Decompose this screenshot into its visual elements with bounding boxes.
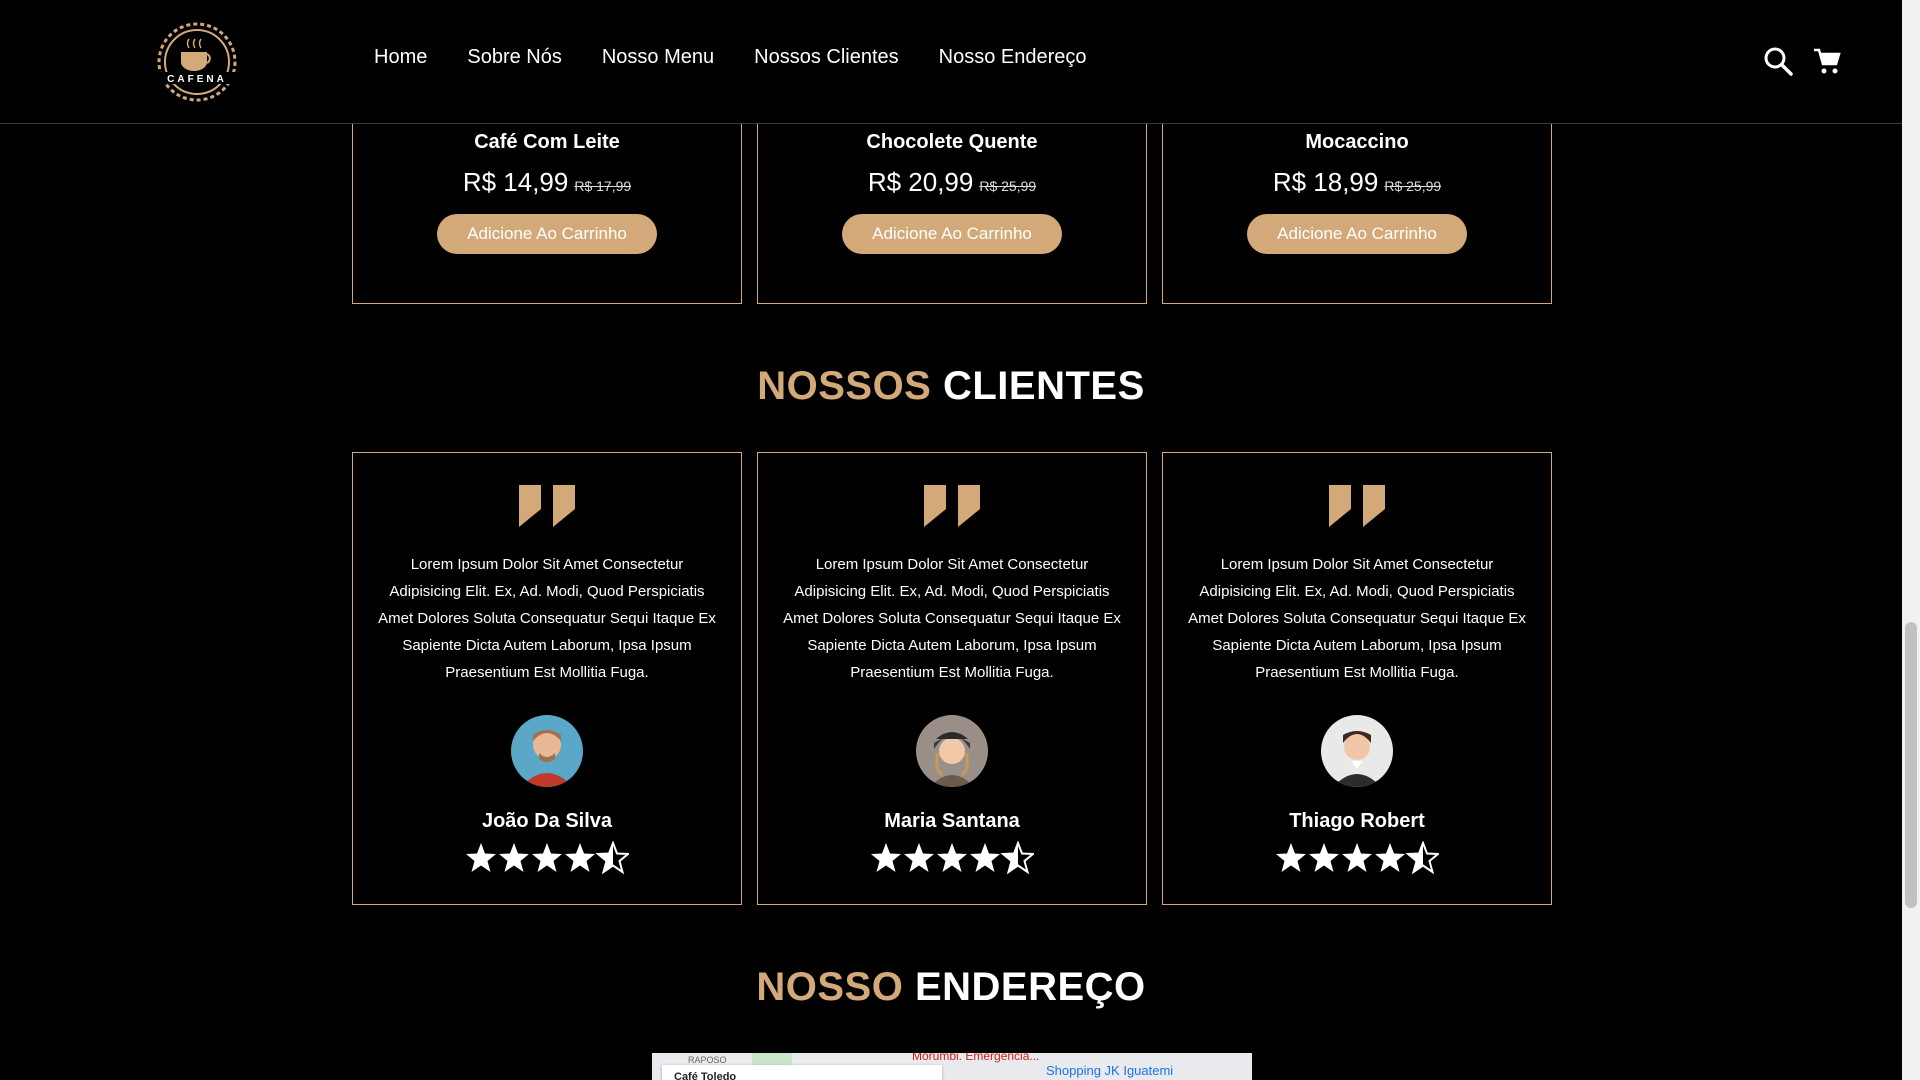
rating-stars: [1275, 840, 1441, 875]
page-scrollbar[interactable]: [1902, 0, 1920, 1080]
add-to-cart-button[interactable]: Adicione Ao Carrinho: [437, 214, 657, 254]
map-label-hospital: Morumbi. Emergência...: [912, 1053, 1040, 1063]
star-full-icon: [904, 843, 934, 872]
clients-section-title: NOSSOS CLIENTES: [0, 364, 1902, 409]
product-price: R$ 18,99 R$ 25,99: [1163, 167, 1551, 198]
nav-sobre-nos[interactable]: Sobre Nós: [467, 46, 562, 69]
price-current: R$ 20,99: [867, 167, 974, 197]
review-card: Lorem Ipsum Dolor Sit Amet Consectetur A…: [352, 452, 742, 905]
star-full-icon: [1375, 843, 1405, 872]
price-current: R$ 18,99: [1272, 167, 1379, 197]
quote-icon: [517, 483, 577, 529]
quote-icon: [922, 483, 982, 529]
page: CAFENA Home Sobre Nós Nosso Menu Nossos …: [0, 0, 1902, 1080]
address-section-title: NOSSO ENDEREÇO: [0, 965, 1902, 1010]
cart-icon[interactable]: [1812, 46, 1842, 76]
price-old: R$ 17,99: [574, 178, 632, 194]
product-name: Chocolete Quente: [866, 131, 1038, 153]
map-place-title: Café Toledo: [674, 1071, 737, 1080]
title-accent: NOSSO: [756, 965, 904, 1009]
quote-icon: [1327, 483, 1387, 529]
price-current: R$ 14,99: [462, 167, 569, 197]
reviewer-name: Maria Santana: [884, 810, 1020, 832]
review-text: Lorem Ipsum Dolor Sit Amet Consectetur A…: [783, 556, 1121, 681]
review-text: Lorem Ipsum Dolor Sit Amet Consectetur A…: [1188, 556, 1526, 681]
star-full-icon: [970, 843, 1000, 872]
title-rest: ENDEREÇO: [914, 965, 1146, 1009]
review-card: Lorem Ipsum Dolor Sit Amet Consectetur A…: [757, 452, 1147, 905]
star-full-icon: [466, 843, 496, 872]
rating-stars: [465, 840, 631, 875]
main-nav: Home Sobre Nós Nosso Menu Nossos Cliente…: [374, 46, 1127, 69]
search-icon[interactable]: [1763, 46, 1793, 76]
avatar: [916, 715, 988, 787]
product-price: R$ 14,99 R$ 17,99: [353, 167, 741, 198]
star-full-icon: [565, 843, 595, 872]
star-full-icon: [1342, 843, 1372, 872]
star-full-icon: [1309, 843, 1339, 872]
map-place-card[interactable]: Café Toledo: [662, 1065, 942, 1080]
star-full-icon: [499, 843, 529, 872]
scrollbar-thumb[interactable]: [1905, 622, 1917, 908]
star-full-icon: [1276, 843, 1306, 872]
rating-stars: [870, 840, 1036, 875]
title-accent: NOSSOS: [757, 364, 932, 408]
avatar: [1321, 715, 1393, 787]
reviewer-name: João Da Silva: [481, 810, 613, 832]
star-full-icon: [532, 843, 562, 872]
product-price: R$ 20,99 R$ 25,99: [758, 167, 1146, 198]
reviews-grid: Lorem Ipsum Dolor Sit Amet Consectetur A…: [352, 452, 1552, 905]
logo-text: CAFENA: [167, 74, 227, 85]
nav-home[interactable]: Home: [374, 46, 427, 69]
product-name: Mocaccino: [1305, 131, 1409, 153]
review-card: Lorem Ipsum Dolor Sit Amet Consectetur A…: [1162, 452, 1552, 905]
price-old: R$ 25,99: [1384, 178, 1442, 194]
product-name: Café Com Leite: [474, 131, 620, 153]
cafena-logo[interactable]: CAFENA: [148, 22, 246, 102]
price-old: R$ 25,99: [979, 178, 1037, 194]
nav-nosso-endereco[interactable]: Nosso Endereço: [939, 46, 1087, 69]
star-full-icon: [937, 843, 967, 872]
nav-nossos-clientes[interactable]: Nossos Clientes: [754, 46, 899, 69]
star-full-icon: [871, 843, 901, 872]
map-label-road: RAPOSO: [688, 1055, 727, 1065]
site-header: CAFENA Home Sobre Nós Nosso Menu Nossos …: [0, 0, 1902, 124]
add-to-cart-button[interactable]: Adicione Ao Carrinho: [1247, 214, 1467, 254]
map-label-mall: Shopping JK Iguatemi: [1046, 1063, 1174, 1078]
title-rest: CLIENTES: [942, 364, 1145, 408]
avatar: [511, 715, 583, 787]
nav-nosso-menu[interactable]: Nosso Menu: [602, 46, 714, 69]
reviewer-name: Thiago Robert: [1289, 810, 1425, 832]
review-text: Lorem Ipsum Dolor Sit Amet Consectetur A…: [378, 556, 716, 681]
map-embed[interactable]: RAPOSO Morumbi. Emergência... Shopping J…: [652, 1053, 1252, 1080]
add-to-cart-button[interactable]: Adicione Ao Carrinho: [842, 214, 1062, 254]
